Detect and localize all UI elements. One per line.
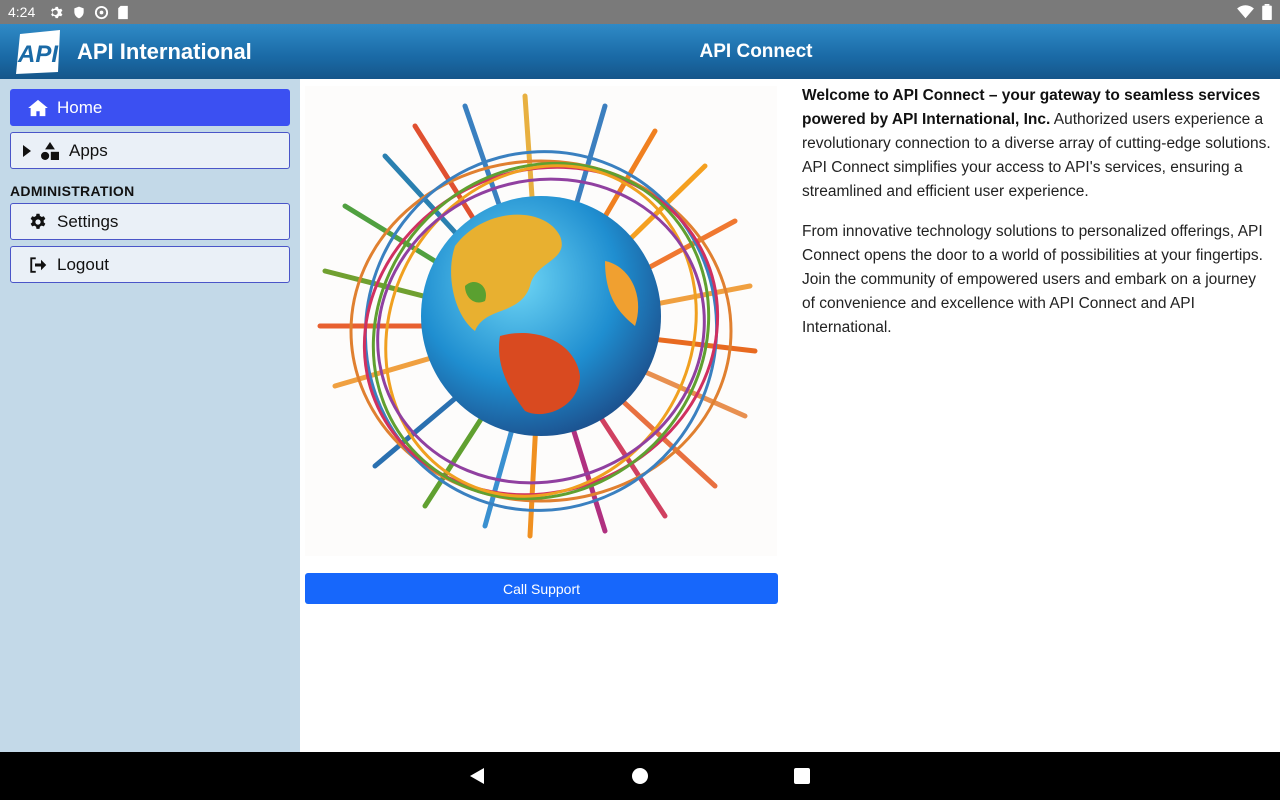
sync-icon xyxy=(95,5,109,19)
navigation-bar xyxy=(0,752,1280,800)
shapes-icon xyxy=(41,141,59,160)
sidebar-item-home[interactable]: Home xyxy=(10,89,290,126)
status-time: 4:24 xyxy=(8,4,36,20)
call-support-button[interactable]: Call Support xyxy=(305,573,778,604)
sidebar-item-apps[interactable]: Apps xyxy=(10,132,290,169)
gear-icon xyxy=(51,6,63,18)
app-header: API API International API Connect xyxy=(0,24,1280,79)
sidebar-item-label: Home xyxy=(57,97,103,117)
welcome-text: Welcome to API Connect – your gateway to… xyxy=(802,84,1272,356)
intro-paragraph: Welcome to API Connect – your gateway to… xyxy=(802,84,1272,204)
home-circle-icon[interactable] xyxy=(630,766,650,786)
home-icon xyxy=(28,99,48,116)
battery-icon xyxy=(1262,4,1272,20)
api-logo: API xyxy=(16,30,60,74)
brand-name: API International xyxy=(77,39,252,64)
sidebar: Home Apps ADMINISTRATION Settings Logout xyxy=(0,79,300,752)
caret-right-icon xyxy=(23,144,31,157)
sidebar-item-logout[interactable]: Logout xyxy=(10,246,290,283)
logout-icon xyxy=(30,256,47,273)
status-bar: 4:24 xyxy=(0,0,1280,24)
gear-icon xyxy=(30,213,46,229)
globe-cables-illustration xyxy=(305,86,777,556)
back-icon[interactable] xyxy=(468,766,488,786)
second-paragraph: From innovative technology solutions to … xyxy=(802,223,1263,336)
sidebar-item-label: Settings xyxy=(57,211,119,231)
wifi-icon xyxy=(1237,5,1254,19)
page-title: API Connect xyxy=(699,41,813,62)
shield-icon xyxy=(74,6,84,18)
sidebar-item-settings[interactable]: Settings xyxy=(10,203,290,240)
recents-icon[interactable] xyxy=(792,766,812,786)
sidebar-item-label: Logout xyxy=(57,254,109,274)
section-label-administration: ADMINISTRATION xyxy=(10,183,135,199)
sd-card-icon xyxy=(118,5,129,19)
svg-text:API: API xyxy=(17,41,59,68)
sidebar-item-label: Apps xyxy=(69,140,108,160)
